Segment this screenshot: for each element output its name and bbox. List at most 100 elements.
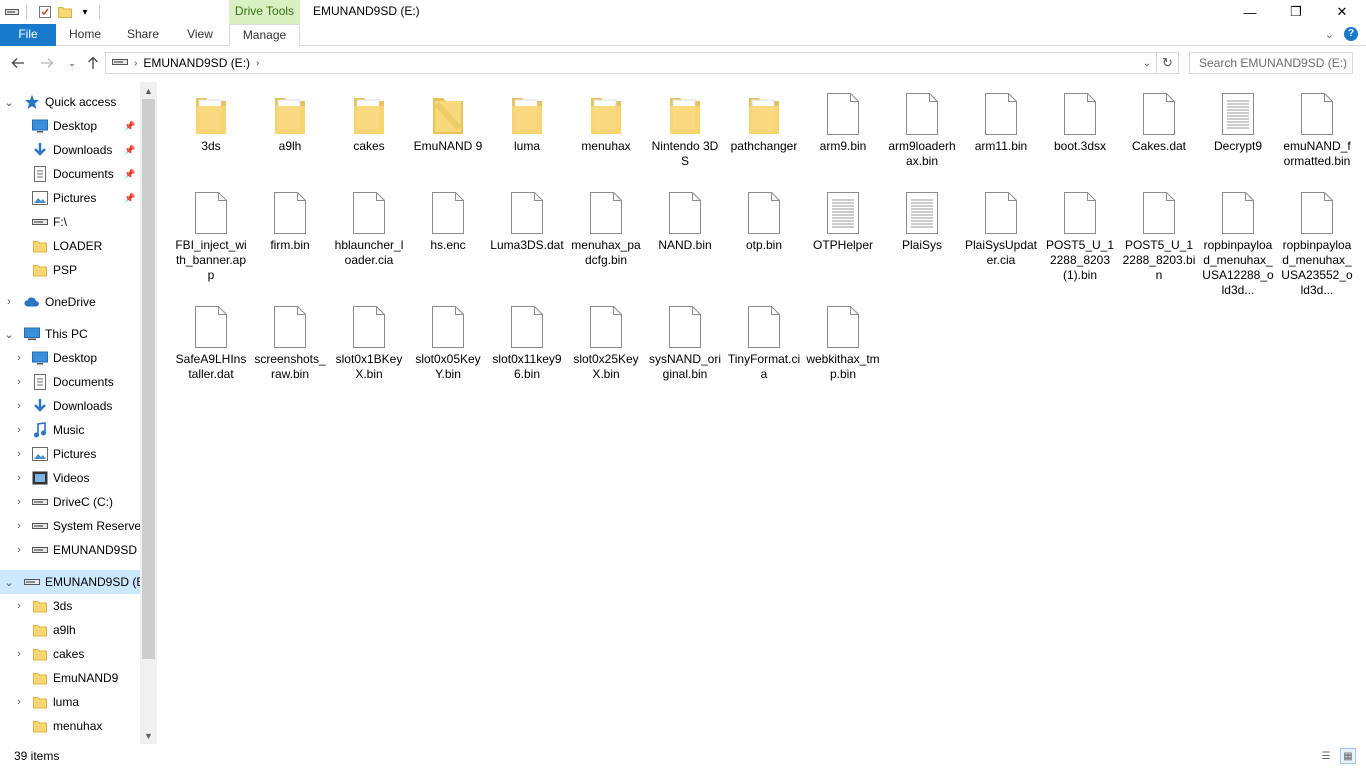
maximize-button[interactable]: ❐ — [1273, 0, 1319, 24]
refresh-icon[interactable]: ↻ — [1157, 52, 1179, 74]
folder-item[interactable]: 3ds — [172, 90, 250, 154]
folder-item[interactable]: a9lh — [251, 90, 329, 154]
close-button[interactable]: ✕ — [1319, 0, 1365, 24]
new-folder-icon[interactable] — [57, 4, 73, 20]
expand-ribbon-icon[interactable]: ⌄ — [1325, 28, 1334, 41]
nav-pc-item[interactable]: › Music — [0, 418, 140, 442]
pin-icon[interactable]: 📌 — [124, 193, 135, 204]
tab-share[interactable]: Share — [120, 24, 166, 46]
nav-pc-item[interactable]: › Desktop — [0, 346, 140, 370]
pin-icon[interactable]: 📌 — [124, 169, 135, 180]
nav-pc-item[interactable]: › System Reserved — [0, 514, 140, 538]
expand-chevron-icon[interactable]: › — [14, 600, 24, 612]
file-item[interactable]: slot0x11key96.bin — [488, 303, 566, 382]
tab-view[interactable]: View — [178, 24, 222, 46]
nav-qa-item[interactable]: Pictures 📌 — [0, 186, 140, 210]
nav-drive-folder[interactable]: menuhax — [0, 714, 140, 738]
expand-chevron-icon[interactable]: › — [14, 496, 24, 508]
nav-qa-item[interactable]: Downloads 📌 — [0, 138, 140, 162]
expand-chevron-icon[interactable]: › — [14, 424, 24, 436]
pin-icon[interactable]: 📌 — [124, 145, 135, 156]
file-item[interactable]: emuNAND_formatted.bin — [1278, 90, 1356, 169]
file-item[interactable]: ropbinpayload_menuhax_USA23552_old3d... — [1278, 189, 1356, 298]
expand-chevron-icon[interactable]: › — [14, 696, 24, 708]
tab-home[interactable]: Home — [62, 24, 108, 46]
file-item[interactable]: Luma3DS.dat — [488, 189, 566, 253]
file-item[interactable]: OTPHelper — [804, 189, 882, 253]
scrollbar-thumb[interactable] — [142, 99, 155, 659]
file-item[interactable]: webkithax_tmp.bin — [804, 303, 882, 382]
expand-chevron-icon[interactable]: › — [14, 352, 24, 364]
nav-pc-item[interactable]: › Videos — [0, 466, 140, 490]
up-arrow-icon[interactable] — [85, 55, 101, 71]
expand-chevron-icon[interactable]: › — [14, 448, 24, 460]
file-item[interactable]: PlaiSys — [883, 189, 961, 253]
file-item[interactable]: arm11.bin — [962, 90, 1040, 154]
expand-chevron-icon[interactable]: › — [14, 544, 24, 556]
file-item[interactable]: Cakes.dat — [1120, 90, 1198, 154]
breadcrumb-chevron-icon[interactable]: › — [134, 58, 137, 69]
nav-pc-item[interactable]: › EMUNAND9SD ( — [0, 538, 140, 562]
minimize-button[interactable]: — — [1227, 0, 1273, 24]
nav-quick-access[interactable]: ⌄ Quick access — [0, 90, 140, 114]
file-item[interactable]: firm.bin — [251, 189, 329, 253]
back-arrow-icon[interactable] — [10, 55, 26, 71]
nav-drive-folder[interactable]: a9lh — [0, 618, 140, 642]
nav-drive-folder[interactable]: › 3ds — [0, 594, 140, 618]
nav-qa-item[interactable]: F:\ — [0, 210, 140, 234]
customize-toolbar-icon[interactable]: ▾ — [77, 4, 93, 20]
file-item[interactable]: Decrypt9 — [1199, 90, 1277, 154]
file-item[interactable]: arm9.bin — [804, 90, 882, 154]
file-item[interactable]: hs.enc — [409, 189, 487, 253]
file-item[interactable]: NAND.bin — [646, 189, 724, 253]
folder-item[interactable]: EmuNAND 9 — [409, 90, 487, 154]
details-view-icon[interactable]: ☰ — [1318, 748, 1334, 764]
nav-pc-item[interactable]: › Downloads — [0, 394, 140, 418]
folder-item[interactable]: Nintendo 3DS — [646, 90, 724, 169]
file-item[interactable]: SafeA9LHInstaller.dat — [172, 303, 250, 382]
expand-chevron-icon[interactable]: › — [14, 472, 24, 484]
file-item[interactable]: otp.bin — [725, 189, 803, 253]
expand-chevron-icon[interactable]: › — [4, 296, 14, 308]
folder-item[interactable]: pathchanger — [725, 90, 803, 154]
file-item[interactable]: TinyFormat.cia — [725, 303, 803, 382]
search-input[interactable] — [1189, 52, 1353, 74]
file-item[interactable]: boot.3dsx — [1041, 90, 1119, 154]
nav-qa-item[interactable]: Documents 📌 — [0, 162, 140, 186]
tab-file[interactable]: File — [0, 24, 56, 46]
file-item[interactable]: sysNAND_original.bin — [646, 303, 724, 382]
file-item[interactable]: menuhax_padcfg.bin — [567, 189, 645, 268]
nav-qa-item[interactable]: PSP — [0, 258, 140, 282]
expand-chevron-icon[interactable]: › — [14, 376, 24, 388]
file-item[interactable]: slot0x1BKeyX.bin — [330, 303, 408, 382]
expand-chevron-icon[interactable]: › — [14, 648, 24, 660]
nav-drive-folder[interactable]: EmuNAND9 — [0, 666, 140, 690]
folder-item[interactable]: cakes — [330, 90, 408, 154]
breadcrumb-drive[interactable]: EMUNAND9SD (E:) — [143, 56, 250, 70]
file-item[interactable]: PlaiSysUpdater.cia — [962, 189, 1040, 268]
file-item[interactable]: hblauncher_loader.cia — [330, 189, 408, 268]
nav-onedrive[interactable]: › OneDrive — [0, 290, 140, 314]
large-icons-view-icon[interactable]: ▦ — [1340, 748, 1356, 764]
file-item[interactable]: slot0x05KeyY.bin — [409, 303, 487, 382]
nav-pc-item[interactable]: › Documents — [0, 370, 140, 394]
file-item[interactable]: POST5_U_12288_8203 (1).bin — [1041, 189, 1119, 283]
file-item[interactable]: POST5_U_12288_8203.bin — [1120, 189, 1198, 283]
nav-scrollbar[interactable]: ▲ ▼ — [140, 82, 157, 744]
nav-pc-item[interactable]: › Pictures — [0, 442, 140, 466]
address-dropdown-icon[interactable]: ⌄ — [1138, 53, 1156, 73]
nav-selected-drive[interactable]: ⌄ EMUNAND9SD (E:) — [0, 570, 140, 594]
forward-arrow-icon[interactable] — [39, 55, 55, 71]
nav-qa-item[interactable]: LOADER — [0, 234, 140, 258]
scroll-up-icon[interactable]: ▲ — [140, 82, 157, 99]
folder-item[interactable]: menuhax — [567, 90, 645, 154]
expand-chevron-icon[interactable]: › — [14, 400, 24, 412]
pin-icon[interactable]: 📌 — [124, 121, 135, 132]
expand-chevron-icon[interactable]: › — [14, 520, 24, 532]
file-item[interactable]: ropbinpayload_menuhax_USA12288_old3d... — [1199, 189, 1277, 298]
nav-drive-folder[interactable]: › luma — [0, 690, 140, 714]
file-item[interactable]: slot0x25KeyX.bin — [567, 303, 645, 382]
collapse-chevron-icon[interactable]: ⌄ — [4, 96, 14, 109]
nav-drive-folder[interactable]: › cakes — [0, 642, 140, 666]
breadcrumb-chevron-icon[interactable]: › — [256, 58, 259, 69]
